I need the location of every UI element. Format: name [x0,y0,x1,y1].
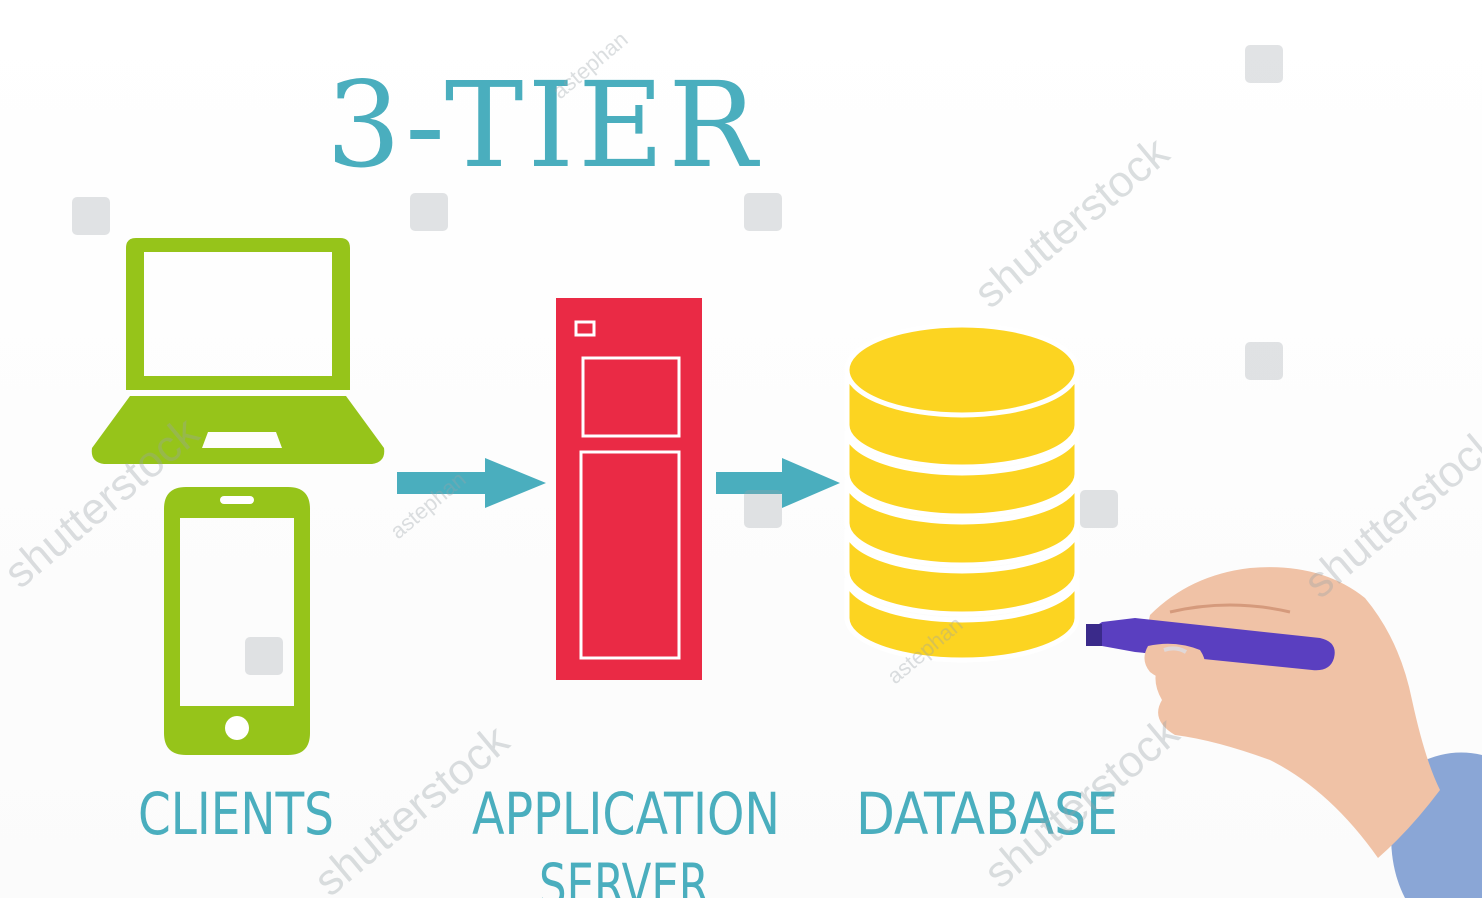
diagram-canvas: 3-TIER CLIENTS APPLICATION SERVER DATABA… [0,0,1482,898]
tier-label-clients: CLIENTS [138,780,334,848]
smartphone-icon [164,487,310,755]
diagram-title: 3-TIER [326,56,761,194]
tier-label-server: SERVER [539,851,709,898]
watermark-text: shutterstock [1295,417,1482,608]
database-icon [844,322,1080,663]
watermark-text: shutterstock [965,127,1179,318]
server-icon [556,298,702,680]
tier-label-application: APPLICATION [472,780,780,848]
laptop-icon [91,238,385,464]
three-tier-diagram: 3-TIER CLIENTS APPLICATION SERVER DATABA… [0,26,1482,898]
